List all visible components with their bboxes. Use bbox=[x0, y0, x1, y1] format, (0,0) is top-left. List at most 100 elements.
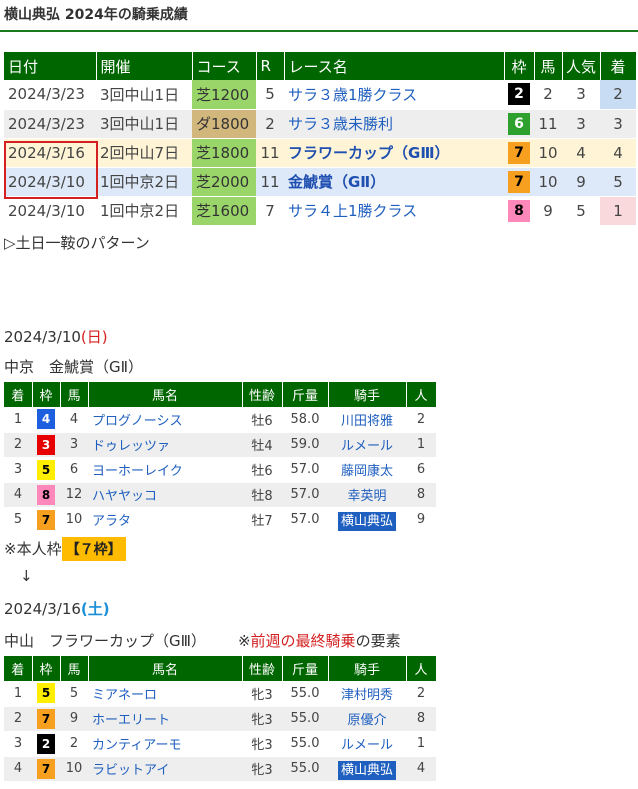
r-cell: 2 bbox=[256, 109, 284, 139]
jockey-link[interactable]: ルメール bbox=[328, 432, 406, 458]
jockey-link[interactable]: ルメール bbox=[328, 731, 406, 757]
waku-cell: 8 bbox=[32, 482, 60, 508]
horse-link[interactable]: ドゥレッツァ bbox=[88, 432, 242, 458]
horse-link[interactable]: プログノーシス bbox=[88, 407, 242, 433]
uma-cell: 10 bbox=[60, 756, 88, 782]
meet-cell: 1回中京2日 bbox=[96, 196, 192, 226]
waku-note-badge: 【７枠】 bbox=[61, 537, 126, 561]
weight-cell: 55.0 bbox=[282, 706, 328, 732]
pop-cell: 9 bbox=[406, 507, 436, 533]
waku-badge: 5 bbox=[37, 459, 55, 480]
table-row: 5 7 10 アラタ 牡7 57.0 横山典弘 9 bbox=[4, 507, 436, 533]
pop-cell: 8 bbox=[406, 706, 436, 732]
race2-header-row: 着 枠 馬 馬名 性齢 斤量 騎手 人 bbox=[4, 656, 437, 681]
header-meet: 開催 bbox=[96, 52, 193, 80]
waku-badge: 6 bbox=[508, 112, 530, 135]
waku-cell: 7 bbox=[32, 706, 60, 732]
waku-cell: 3 bbox=[32, 432, 60, 458]
date-cell: 2024/3/23 bbox=[4, 80, 96, 110]
header-waku: 枠 bbox=[32, 656, 61, 681]
header-weight: 斤量 bbox=[282, 656, 329, 681]
pop-cell: 1 bbox=[406, 432, 436, 458]
course-cell: ダ1800 bbox=[192, 109, 256, 139]
rank-cell: 3 bbox=[600, 109, 636, 139]
race2-note-red: 前週の最終騎乗 bbox=[250, 632, 356, 650]
race2-table: 着 枠 馬 馬名 性齢 斤量 騎手 人 1 5 5 ミアネーロ 牝3 55.0 … bbox=[4, 656, 437, 782]
header-pop: 人 bbox=[406, 656, 437, 681]
header-rank: 着 bbox=[4, 382, 33, 407]
waku-cell: 7 bbox=[504, 138, 534, 168]
race-link[interactable]: サラ４上1勝クラス bbox=[284, 196, 504, 226]
header-uma: 馬 bbox=[60, 382, 89, 407]
sex-age-cell: 牝3 bbox=[242, 756, 282, 782]
table-row: 1 4 4 プログノーシス 牡6 58.0 川田将雅 2 bbox=[4, 407, 436, 433]
pop-cell: 2 bbox=[406, 407, 436, 433]
waku-cell: 8 bbox=[504, 196, 534, 226]
course-cell: 芝1600 bbox=[192, 196, 256, 226]
header-horse: 馬名 bbox=[88, 382, 243, 407]
jockey-link[interactable]: 幸英明 bbox=[328, 482, 406, 508]
waku-badge: 2 bbox=[37, 733, 55, 754]
table-row: 2024/3/10 1回中京2日 芝1600 7 サラ４上1勝クラス 8 9 5… bbox=[4, 196, 636, 226]
jockey-link[interactable]: 藤岡康太 bbox=[328, 457, 406, 483]
weight-cell: 57.0 bbox=[282, 457, 328, 483]
meet-cell: 2回中山7日 bbox=[96, 138, 192, 168]
highlighted-jockey: 横山典弘 bbox=[337, 512, 396, 531]
header-waku: 枠 bbox=[504, 52, 535, 80]
rank-cell: 5 bbox=[4, 507, 32, 533]
weight-cell: 55.0 bbox=[282, 731, 328, 757]
race-link[interactable]: フラワーカップ（GⅢ） bbox=[284, 138, 504, 168]
horse-link[interactable]: アラタ bbox=[88, 507, 242, 533]
table-row: 2024/3/10 1回中京2日 芝2000 11 金鯱賞（GⅡ） 7 10 9… bbox=[4, 167, 636, 197]
race-link[interactable]: 金鯱賞（GⅡ） bbox=[284, 167, 504, 197]
jockey-link[interactable]: 横山典弘 bbox=[328, 756, 406, 782]
table-row: 4 8 12 ハヤヤッコ 牡8 57.0 幸英明 8 bbox=[4, 482, 436, 508]
rank-cell: 4 bbox=[4, 756, 32, 782]
header-date: 日付 bbox=[4, 52, 97, 80]
horse-link[interactable]: ミアネーロ bbox=[88, 681, 242, 707]
jockey-link[interactable]: 横山典弘 bbox=[328, 507, 406, 533]
header-r: R bbox=[256, 52, 285, 80]
race-link[interactable]: サラ３歳未勝利 bbox=[284, 109, 504, 139]
weight-cell: 55.0 bbox=[282, 681, 328, 707]
horse-link[interactable]: ヨーホーレイク bbox=[88, 457, 242, 483]
uma-cell: 9 bbox=[60, 706, 88, 732]
race-link[interactable]: サラ３歳1勝クラス bbox=[284, 80, 504, 110]
table-row: 2 7 9 ホーエリート 牝3 55.0 原優介 8 bbox=[4, 706, 436, 732]
race2-date-text: 2024/3/16 bbox=[4, 600, 81, 618]
uma-cell: 11 bbox=[534, 109, 562, 139]
table-row: 2024/3/16 2回中山7日 芝1800 11 フラワーカップ（GⅢ） 7 … bbox=[4, 138, 636, 168]
results-table: 日付 開催 コース R レース名 枠 馬 人気 着 2024/3/23 3回中山… bbox=[4, 52, 637, 226]
weight-cell: 57.0 bbox=[282, 507, 328, 533]
uma-cell: 6 bbox=[60, 457, 88, 483]
course-cell: 芝2000 bbox=[192, 167, 256, 197]
waku-badge: 7 bbox=[37, 758, 55, 779]
meet-cell: 1回中京2日 bbox=[96, 167, 192, 197]
header-pop: 人気 bbox=[562, 52, 601, 80]
uma-cell: 2 bbox=[60, 731, 88, 757]
rank-cell: 1 bbox=[600, 196, 636, 226]
results-header-row: 日付 開催 コース R レース名 枠 馬 人気 着 bbox=[4, 52, 637, 80]
horse-link[interactable]: ラビットアイ bbox=[88, 756, 242, 782]
waku-note: ※本人枠 【７枠】 bbox=[4, 537, 126, 561]
horse-link[interactable]: カンティアーモ bbox=[88, 731, 242, 757]
r-cell: 5 bbox=[256, 80, 284, 110]
race1-date: 2024/3/10(日) bbox=[4, 326, 108, 347]
horse-link[interactable]: ハヤヤッコ bbox=[88, 482, 242, 508]
race2-date: 2024/3/16(土) bbox=[4, 598, 110, 619]
waku-badge: 2 bbox=[508, 83, 530, 106]
race2-weekday: (土) bbox=[80, 600, 110, 618]
waku-cell: 4 bbox=[32, 407, 60, 433]
jockey-link[interactable]: 津村明秀 bbox=[328, 681, 406, 707]
waku-cell: 5 bbox=[32, 681, 60, 707]
rank-cell: 1 bbox=[4, 681, 32, 707]
rank-cell: 3 bbox=[4, 457, 32, 483]
page-header: 横山典弘 2024年の騎乗成績 bbox=[0, 0, 638, 32]
jockey-link[interactable]: 川田将雅 bbox=[328, 407, 406, 433]
pop-cell: 3 bbox=[562, 109, 600, 139]
horse-link[interactable]: ホーエリート bbox=[88, 706, 242, 732]
rank-cell: 2 bbox=[600, 80, 636, 110]
header-rank: 着 bbox=[4, 656, 33, 681]
header-jockey: 騎手 bbox=[328, 656, 407, 681]
jockey-link[interactable]: 原優介 bbox=[328, 706, 406, 732]
